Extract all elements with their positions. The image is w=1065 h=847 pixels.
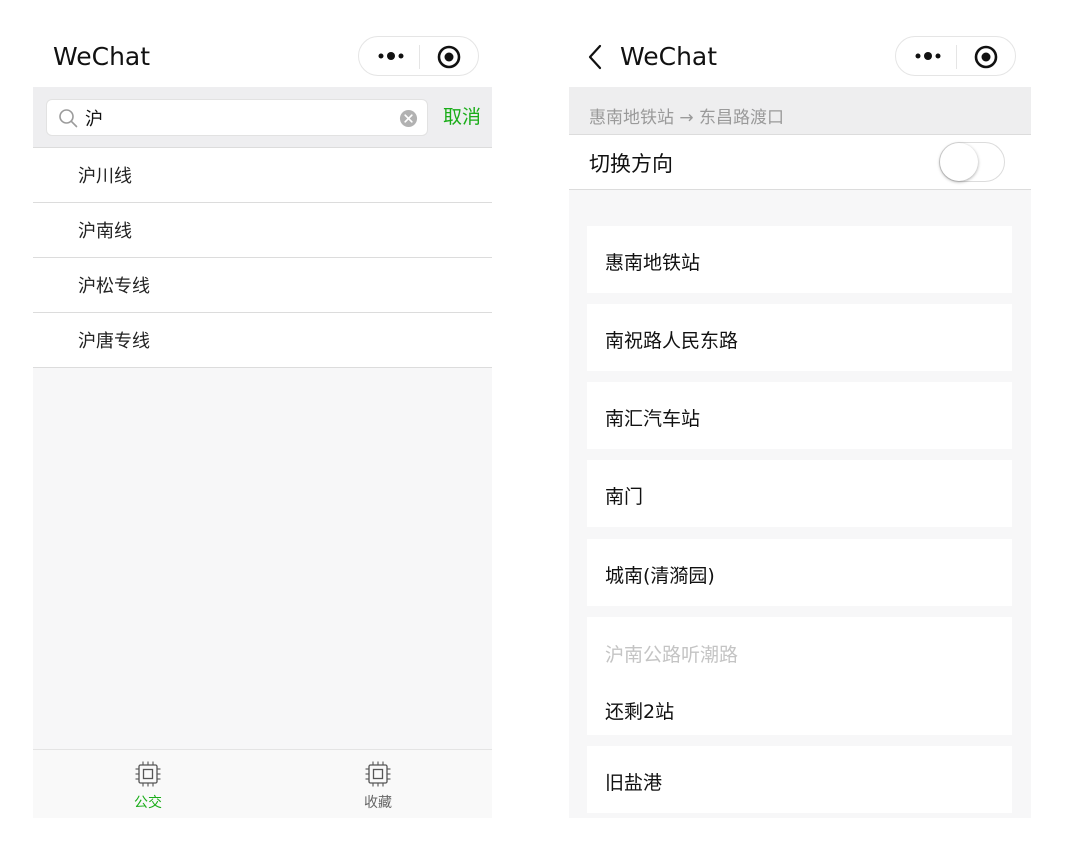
tab-favorites[interactable]: 收藏 [338,760,418,812]
more-icon[interactable] [910,46,946,66]
station-card[interactable]: 南祝路人民东路 [587,304,1012,371]
result-label: 沪川线 [78,166,132,187]
station-name: 南祝路人民东路 [605,330,739,352]
result-label: 沪松专线 [78,276,150,297]
empty-area [33,368,492,750]
left-screen: WeChat 取消 [33,0,492,818]
back-arrow-icon[interactable] [583,44,609,70]
cancel-button[interactable]: 取消 [443,104,481,130]
upcoming-station-name: 沪南公路听潮路 [605,644,739,666]
station-name: 惠南地铁站 [605,252,701,274]
station-card[interactable]: 南汇汽车站 [587,382,1012,449]
toggle-knob [940,143,978,181]
chip-icon [135,761,161,787]
chip-icon [365,761,391,787]
capsule-menu [358,36,479,76]
tab-bar: 公交 收藏 [33,749,492,818]
switch-direction-row: 切换方向 [569,135,1031,190]
station-list: 惠南地铁站 南祝路人民东路 南汇汽车站 南门 城南(清漪园) 沪南公路听潮路 还… [569,190,1031,818]
capsule-divider [956,45,957,69]
clear-icon[interactable] [399,109,418,128]
tab-label-favorites: 收藏 [364,795,392,811]
close-miniprogram-icon[interactable] [437,45,461,69]
search-input[interactable] [85,104,385,131]
tab-label-bus: 公交 [134,795,162,811]
station-card[interactable]: 惠南地铁站 [587,226,1012,293]
station-name: 南汇汽车站 [605,408,701,430]
direction-toggle[interactable] [939,142,1005,182]
result-item[interactable]: 沪松专线 [33,258,492,313]
route-header: 惠南地铁站 → 东昌路渡口 [569,87,1031,135]
search-icon [59,109,78,128]
search-results: 沪川线 沪南线 沪松专线 沪唐专线 [33,148,492,368]
result-item[interactable]: 沪唐专线 [33,313,492,368]
right-screen: WeChat 惠南地铁站 → 东昌路渡口 切换方向 惠南地铁站 南祝路人民东路 … [569,0,1031,818]
more-icon[interactable] [373,46,409,66]
result-label: 沪唐专线 [78,331,150,352]
station-card[interactable]: 城南(清漪园) [587,539,1012,606]
station-card[interactable]: 旧盐港 [587,746,1012,813]
capsule-menu [895,36,1016,76]
right-nav-bar: WeChat [569,0,1031,87]
left-nav-bar: WeChat [33,0,492,87]
tab-bus[interactable]: 公交 [108,760,188,812]
capsule-divider [419,45,420,69]
result-item[interactable]: 沪南线 [33,203,492,258]
search-bar: 取消 [33,87,492,148]
station-name: 城南(清漪园) [605,565,715,587]
close-miniprogram-icon[interactable] [974,45,998,69]
result-label: 沪南线 [78,221,132,242]
stations-remaining: 还剩2站 [605,701,675,723]
nav-title: WeChat [53,42,151,71]
search-box[interactable] [46,99,428,136]
route-text: 惠南地铁站 → 东昌路渡口 [589,108,785,128]
switch-direction-label: 切换方向 [589,152,673,176]
result-item[interactable]: 沪川线 [33,148,492,203]
station-card-upcoming[interactable]: 沪南公路听潮路 还剩2站 [587,617,1012,735]
nav-title: WeChat [620,42,718,71]
station-card[interactable]: 南门 [587,460,1012,527]
station-name: 南门 [605,486,644,508]
station-name: 旧盐港 [605,772,663,794]
